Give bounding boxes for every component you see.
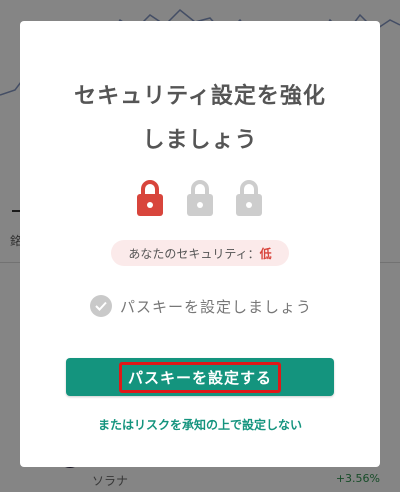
lock-icon <box>236 180 262 216</box>
modal-title-line-2: しましょう <box>142 128 258 153</box>
set-passkey-button[interactable]: パスキーを設定する <box>66 358 334 396</box>
security-status-label: あなたのセキュリティ： <box>128 246 260 261</box>
checkmark-icon <box>90 295 112 317</box>
modal-title-line-1: セキュリティ設定を強化 <box>74 84 326 109</box>
checklist-item-passkey: パスキーを設定しましょう <box>90 294 312 318</box>
skip-link[interactable]: またはリスクを承知の上で設定しない <box>20 416 380 433</box>
security-level-value: 低 <box>259 246 272 261</box>
security-status-badge: あなたのセキュリティ：低 <box>111 240 289 266</box>
checklist-item-label: パスキーを設定しましょう <box>120 297 313 316</box>
security-modal: セキュリティ設定を強化 しましょう あなたのセキュリティ：低 パスキーを設定しま… <box>20 21 380 467</box>
lock-icon <box>137 180 163 216</box>
set-passkey-button-label: パスキーを設定する <box>118 361 281 393</box>
lock-icon <box>187 180 213 216</box>
security-level-locks <box>20 177 380 221</box>
modal-title: セキュリティ設定を強化 しましょう <box>20 75 380 163</box>
